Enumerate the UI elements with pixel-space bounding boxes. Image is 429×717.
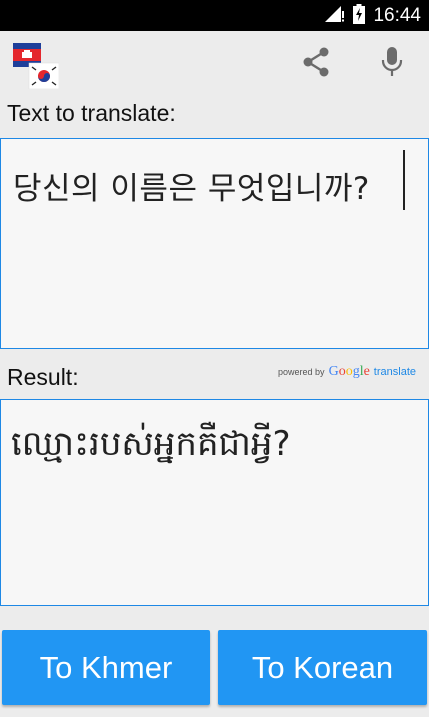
powered-by-text: powered by bbox=[278, 367, 325, 377]
source-text-field[interactable]: 당신의 이름은 무엇입니까? bbox=[0, 138, 429, 349]
google-logo: Google bbox=[328, 364, 370, 379]
microphone-icon bbox=[380, 46, 404, 82]
status-time: 16:44 bbox=[373, 4, 421, 26]
source-text: 당신의 이름은 무엇입니까? bbox=[13, 171, 370, 207]
google-translate-attribution: powered by Google translate bbox=[278, 364, 416, 384]
to-korean-button[interactable]: To Korean bbox=[218, 630, 427, 705]
source-label: Text to translate: bbox=[7, 100, 176, 126]
result-text: ឈ្មោះរបស់អ្នកគឺជាអ្វី? bbox=[11, 424, 291, 464]
text-cursor bbox=[403, 150, 405, 210]
result-text-field[interactable]: ឈ្មោះរបស់អ្នកគឺជាអ្វី? bbox=[0, 399, 429, 606]
battery-charging-icon bbox=[353, 3, 366, 28]
share-button[interactable] bbox=[293, 41, 339, 87]
result-label: Result: bbox=[7, 364, 79, 390]
cambodia-korea-flags-icon[interactable] bbox=[13, 43, 60, 90]
toolbar bbox=[0, 31, 429, 98]
share-icon bbox=[300, 46, 332, 82]
signal-icon bbox=[323, 5, 345, 27]
microphone-button[interactable] bbox=[369, 41, 415, 87]
status-icons: 16:44 bbox=[323, 0, 421, 31]
to-khmer-button[interactable]: To Khmer bbox=[2, 630, 210, 705]
status-bar: 16:44 bbox=[0, 0, 429, 31]
translate-text: translate bbox=[373, 366, 416, 378]
